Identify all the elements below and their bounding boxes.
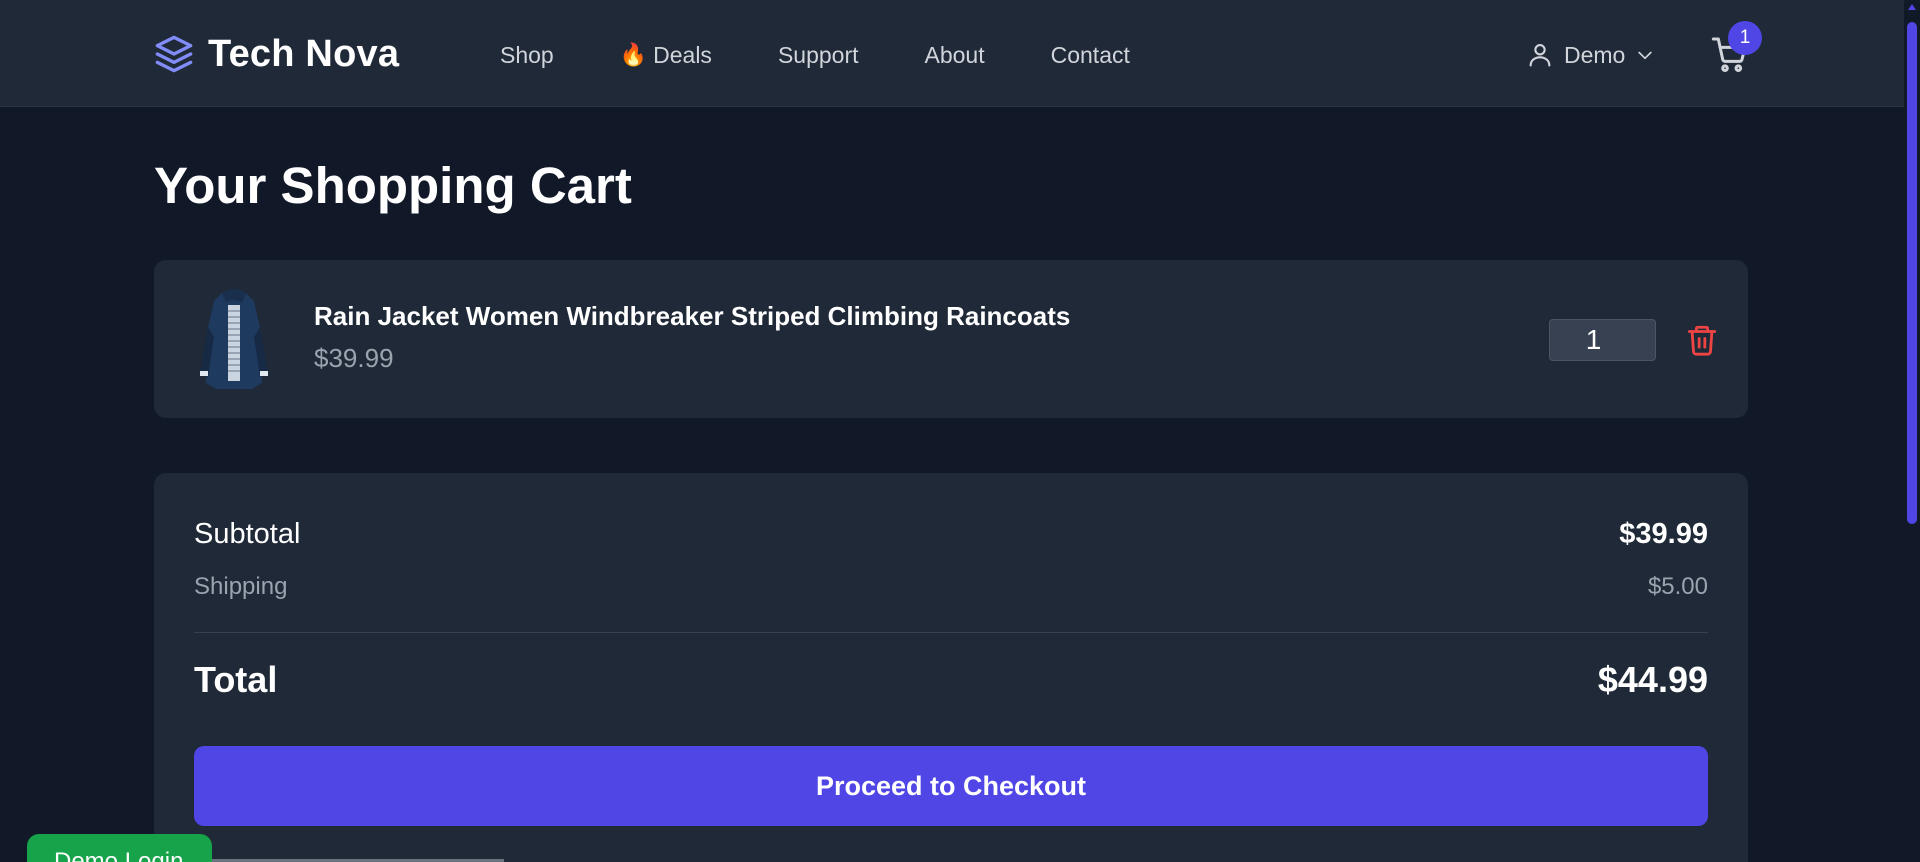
subtotal-row: Subtotal $39.99 (194, 518, 1708, 551)
brand-name: Tech Nova (208, 32, 400, 75)
nav-label: Deals (653, 41, 712, 68)
shipping-value: $5.00 (1647, 573, 1708, 600)
shipping-row: Shipping $5.00 (194, 573, 1708, 601)
nav-label: Shop (500, 41, 554, 68)
divider (194, 632, 1708, 633)
cart-item-card: Rain Jacket Women Windbreaker Striped Cl… (154, 260, 1748, 418)
user-name: Demo (1564, 41, 1626, 68)
scrollbar-thumb[interactable] (1907, 22, 1917, 524)
nav-deals[interactable]: 🔥 Deals (620, 40, 712, 70)
top-navbar: Tech Nova Shop 🔥 Deals Support About Cont… (0, 0, 1904, 107)
scroll-up-icon[interactable] (1908, 4, 1916, 10)
page-title: Your Shopping Cart (154, 157, 632, 214)
nav-label: About (924, 41, 985, 68)
user-icon (1529, 44, 1551, 67)
nav-contact[interactable]: Contact (1051, 40, 1130, 70)
nav-label: Contact (1050, 41, 1130, 68)
total-label: Total (194, 659, 278, 700)
shipping-label: Shipping (194, 573, 288, 600)
nav-shop[interactable]: Shop (500, 40, 554, 70)
checkout-button[interactable]: Proceed to Checkout (194, 746, 1708, 826)
subtotal-value: $39.99 (1619, 518, 1708, 550)
brand-logo[interactable]: Tech Nova (154, 33, 399, 75)
fire-icon: 🔥 (619, 42, 648, 67)
total-value: $44.99 (1597, 659, 1708, 700)
nav-label: Support (777, 41, 859, 68)
layers-icon (155, 35, 193, 73)
demo-login-button[interactable]: Demo Login (27, 834, 212, 862)
quantity-input[interactable] (1549, 319, 1656, 361)
cart-count-badge: 1 (1728, 21, 1762, 55)
chevron-down-icon (1638, 51, 1653, 60)
main-nav: Shop 🔥 Deals Support About Contact (500, 40, 1196, 70)
item-price: $39.99 (314, 343, 394, 373)
nav-about[interactable]: About (925, 40, 985, 70)
order-summary: Subtotal $39.99 Shipping $5.00 Total $44… (154, 473, 1748, 862)
subtotal-label: Subtotal (194, 518, 301, 550)
jacket-image (200, 289, 268, 389)
nav-support[interactable]: Support (778, 40, 859, 70)
trash-icon[interactable] (1685, 321, 1719, 359)
item-name[interactable]: Rain Jacket Women Windbreaker Striped Cl… (314, 301, 1070, 332)
total-row: Total $44.99 (194, 659, 1708, 701)
vertical-scrollbar[interactable] (1904, 0, 1920, 862)
user-menu-button[interactable]: Demo (1526, 38, 1655, 72)
